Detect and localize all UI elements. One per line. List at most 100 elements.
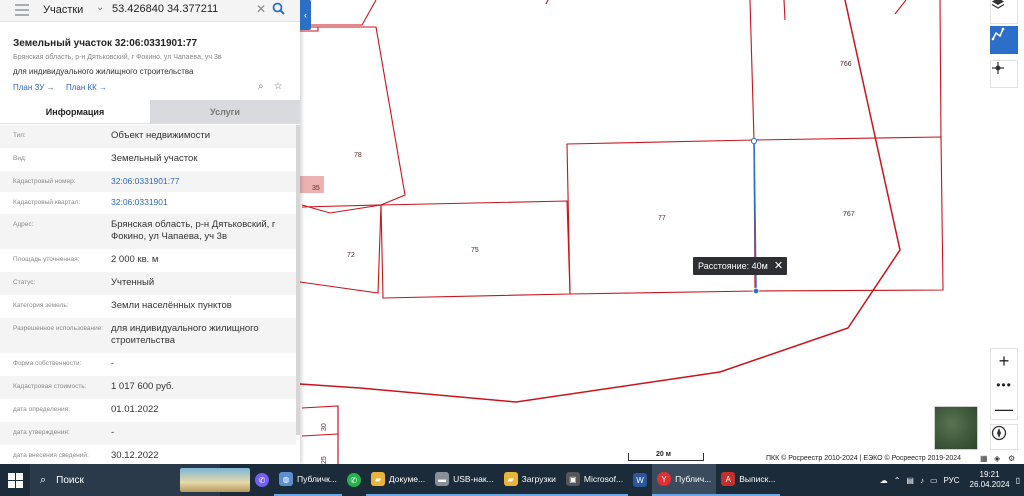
search-input[interactable] bbox=[112, 3, 252, 15]
start-button[interactable] bbox=[0, 464, 30, 496]
taskbar: ⌕ Поиск ▭ ✆ ◍Публичк... ✆ ▰Докуме... ▬US… bbox=[0, 464, 1024, 496]
distance-label: Расстояние: 40м bbox=[698, 261, 768, 271]
basemap-switcher-thumbnail[interactable] bbox=[934, 406, 978, 450]
object-address: Брянская область, р-н Дятьковский, г Фок… bbox=[13, 54, 222, 61]
measure-start-point[interactable] bbox=[750, 137, 758, 145]
measure-tool-button[interactable] bbox=[990, 26, 1018, 54]
fullscreen-icon[interactable]: ▦ bbox=[980, 454, 988, 463]
weather-icon[interactable]: ☁ bbox=[880, 476, 888, 485]
battery-icon[interactable]: ▭ bbox=[930, 476, 938, 485]
info-row: Форма собственности: - bbox=[0, 353, 296, 376]
taskbar-search-placeholder: Поиск bbox=[56, 474, 84, 486]
taskbar-app-documents[interactable]: ▰ Докуме... bbox=[365, 464, 431, 496]
info-row-value: Земельный участок bbox=[111, 152, 198, 164]
measure-end-point[interactable] bbox=[752, 287, 760, 295]
info-row-key: Разрешенное использование: bbox=[13, 324, 104, 332]
more-button[interactable]: ••• bbox=[991, 373, 1017, 397]
info-row-key: Статус: bbox=[13, 279, 36, 286]
network-icon[interactable]: ▤ bbox=[906, 476, 914, 485]
close-distance-icon[interactable]: ✕ bbox=[774, 260, 783, 272]
minus-icon: — bbox=[995, 398, 1013, 419]
parcel-label-766: 766 bbox=[840, 61, 852, 68]
info-row-key: дата внесения сведений: bbox=[13, 451, 89, 459]
notifications-icon[interactable]: ▯ bbox=[1016, 476, 1020, 485]
info-row: Тип: Объект недвижимости bbox=[0, 125, 296, 148]
clear-icon[interactable]: ✕ bbox=[256, 2, 266, 16]
language-indicator[interactable]: РУС bbox=[944, 476, 960, 485]
taskbar-app-publichnaya-2[interactable]: Y Публич... bbox=[652, 464, 717, 496]
info-row-key: Категория земель: bbox=[13, 301, 69, 309]
info-row: Кадастровая стоимость: 1 017 600 руб. bbox=[0, 376, 296, 399]
parcel-boundary bbox=[783, 0, 786, 21]
tab-info[interactable]: Информация bbox=[0, 100, 150, 124]
parcel-boundary bbox=[545, 0, 549, 5]
chevron-up-icon[interactable]: ⌃ bbox=[894, 476, 901, 485]
viber-button[interactable]: ✆ bbox=[250, 464, 274, 496]
whatsapp-button[interactable]: ✆ bbox=[342, 464, 366, 496]
info-row-key: Форма собственности: bbox=[13, 360, 82, 368]
pdf-icon: A bbox=[721, 472, 736, 486]
info-row: Площадь уточненная: 2 000 кв. м bbox=[0, 249, 296, 272]
info-row-key: Кадастровый номер: bbox=[13, 177, 76, 185]
info-row: дата определения: 01.01.2022 bbox=[0, 399, 296, 422]
collapse-panel-button[interactable]: ‹ bbox=[300, 0, 311, 30]
location-icon[interactable]: ◈ bbox=[994, 454, 1000, 463]
scale-label: 20 м bbox=[656, 451, 671, 458]
menu-icon[interactable] bbox=[15, 4, 29, 16]
taskbar-app-vypiska[interactable]: A Выписк... bbox=[716, 464, 781, 496]
search-icon: ⌕ bbox=[40, 473, 47, 486]
search-bar: Участки ⌄ ✕ bbox=[0, 0, 300, 22]
arrow-right-icon: → bbox=[46, 83, 55, 92]
info-row-link[interactable]: 32:06:0331901 bbox=[111, 197, 296, 208]
taskbar-app-usb[interactable]: ▬ USB-нак... bbox=[430, 464, 499, 496]
info-row-key: Адрес: bbox=[13, 220, 34, 228]
info-row-link[interactable]: 32:06:0331901:77 bbox=[111, 176, 296, 187]
folder-icon: ▰ bbox=[370, 472, 385, 486]
taskbar-app-microsoft[interactable]: ▣ Microsof... bbox=[560, 464, 629, 496]
info-row-value: Земли населённых пунктов bbox=[111, 299, 232, 311]
settings-icon[interactable]: ⚙ bbox=[1008, 454, 1015, 463]
parcel-boundary bbox=[300, 0, 377, 26]
info-row-value: - bbox=[111, 426, 115, 438]
tab-services[interactable]: Услуги bbox=[150, 100, 300, 124]
layers-button[interactable] bbox=[990, 0, 1018, 24]
word-button[interactable]: W bbox=[628, 464, 652, 496]
select-tool-button[interactable] bbox=[990, 60, 1018, 88]
info-row-key: Кадастровый квартал: bbox=[13, 199, 81, 207]
chevron-down-icon[interactable]: ⌄ bbox=[96, 2, 104, 13]
system-tray: ☁ ⌃ ▤ ♪ ▭ РУС 19:21 26.04.2024 ▯ bbox=[880, 464, 1020, 496]
chevron-left-icon: ‹ bbox=[304, 10, 307, 20]
info-row: Статус: Учтенный bbox=[0, 272, 296, 295]
search-type-select[interactable]: Участки bbox=[43, 4, 83, 16]
star-icon[interactable]: ☆ bbox=[274, 81, 283, 92]
plus-icon: + bbox=[998, 350, 1010, 371]
zoom-in-button[interactable]: + bbox=[991, 349, 1017, 373]
compass-button[interactable] bbox=[990, 424, 1018, 450]
whatsapp-icon: ✆ bbox=[346, 473, 361, 487]
info-panel: Участки ⌄ ✕ Земельный участок 32:06:0331… bbox=[0, 0, 300, 464]
taskbar-app-publichnaya-1[interactable]: ◍ Публичк... bbox=[274, 464, 342, 496]
plan-kk-link[interactable]: План КК → bbox=[66, 83, 107, 92]
taskbar-search[interactable]: ⌕ Поиск bbox=[30, 464, 250, 496]
volume-icon[interactable]: ♪ bbox=[920, 476, 924, 485]
object-actions: ⌕ ☆ bbox=[258, 81, 283, 92]
parcel-boundary bbox=[939, 0, 942, 141]
search-map-icon[interactable]: ⌕ bbox=[258, 81, 264, 92]
clock[interactable]: 19:21 26.04.2024 bbox=[970, 470, 1010, 491]
parcel-label-30: 30 bbox=[321, 423, 328, 431]
search-button[interactable] bbox=[267, 0, 289, 22]
word-icon: W bbox=[633, 473, 648, 487]
panel-scrollbar[interactable] bbox=[296, 125, 300, 435]
plan-zu-link[interactable]: План ЗУ → bbox=[13, 83, 55, 92]
info-row-key: Кадастровая стоимость: bbox=[13, 383, 87, 391]
info-row: дата внесения сведений: 30.12.2022 bbox=[0, 445, 296, 465]
folder-icon: ▰ bbox=[503, 472, 518, 486]
parcel-label-75: 75 bbox=[471, 247, 479, 254]
info-row-value: Объект недвижимости bbox=[111, 130, 211, 141]
usb-drive-icon: ▬ bbox=[435, 472, 450, 486]
zoom-out-button[interactable]: — bbox=[991, 397, 1017, 421]
info-row: Адрес: Брянская область, р-н Дятьковский,… bbox=[0, 213, 296, 250]
info-row-value: 2 000 кв. м bbox=[111, 254, 159, 266]
taskbar-app-downloads[interactable]: ▰ Загрузки bbox=[498, 464, 561, 496]
parcel-label-77: 77 bbox=[658, 215, 666, 222]
